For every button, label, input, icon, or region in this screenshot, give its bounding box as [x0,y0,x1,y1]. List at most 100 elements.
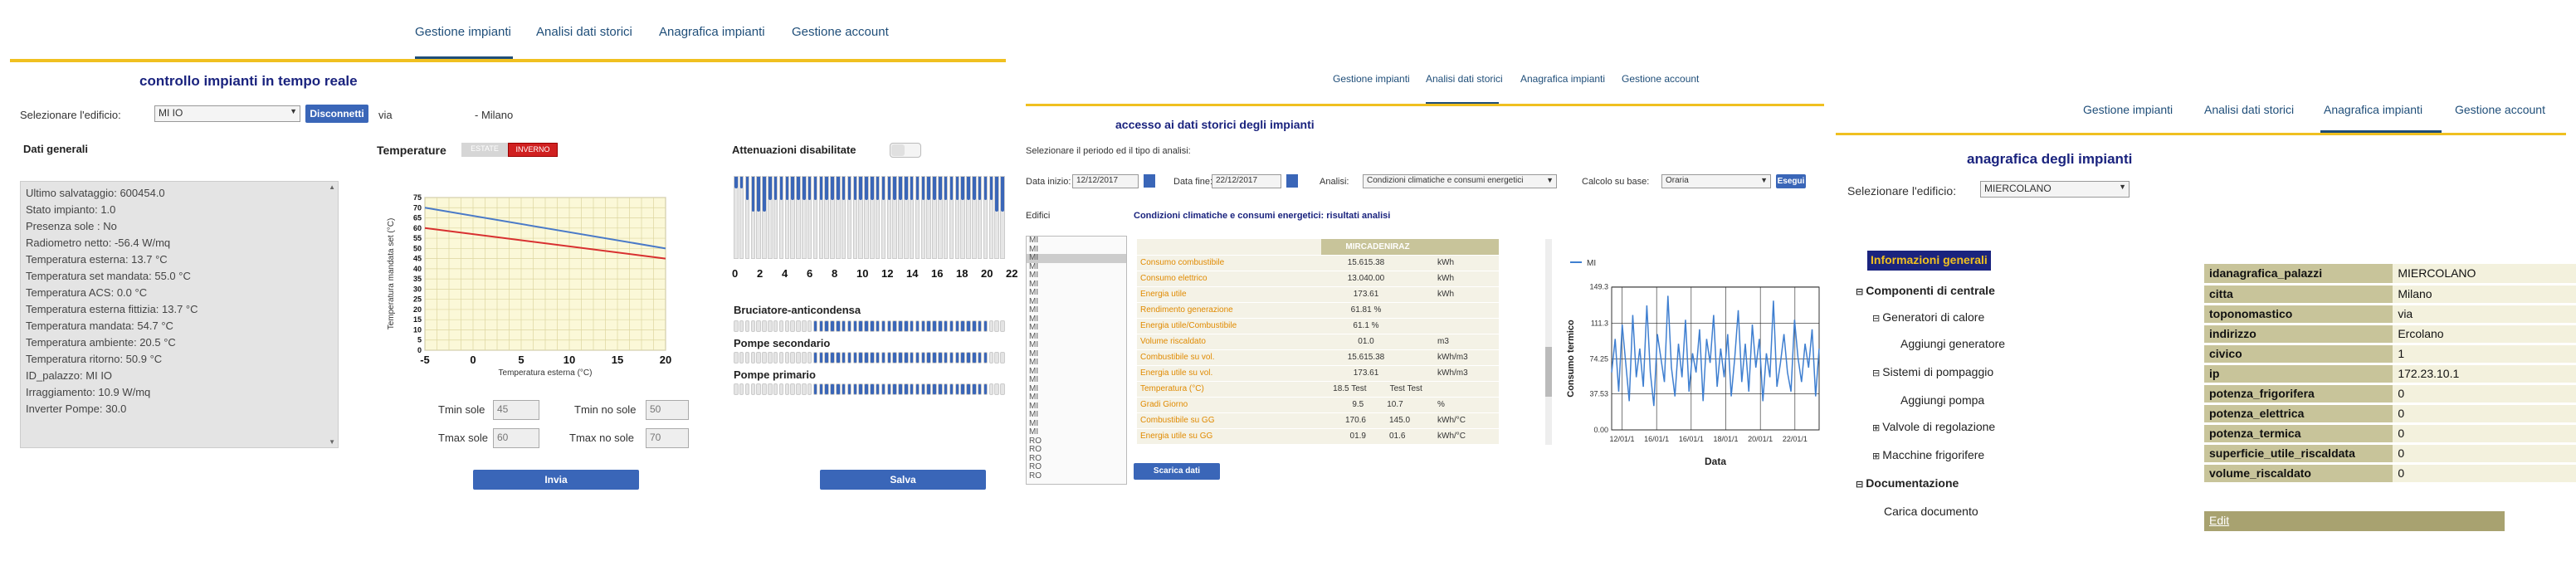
data-fine-input[interactable]: 22/12/2017 [1212,174,1281,188]
edificio-item[interactable]: MI [1027,384,1126,394]
data-inizio-input[interactable]: 12/12/2017 [1072,174,1139,188]
attenuazione-slider[interactable] [909,176,915,259]
schedule-cell[interactable] [949,352,954,364]
attenuazione-slider[interactable] [938,176,943,259]
attenuazione-slider[interactable] [972,176,977,259]
schedule-cell[interactable] [904,320,909,332]
schedule-cell[interactable] [812,352,818,364]
schedule-cell[interactable] [954,352,960,364]
nav-gestione-account-3[interactable]: Gestione account [2455,103,2545,116]
schedule-cell[interactable] [938,320,943,332]
schedule-cell[interactable] [988,352,994,364]
schedule-cell[interactable] [734,383,739,395]
disconnect-button[interactable]: Disconnetti [305,105,368,123]
attenuazione-slider[interactable] [960,176,965,259]
schedule-cell[interactable] [988,383,994,395]
attenuazione-slider[interactable] [778,176,784,259]
edificio-item[interactable]: MI [1027,245,1126,255]
attenuazione-slider[interactable] [864,176,869,259]
edifici-list[interactable]: MI MI MI MI MI MI MI MI MI MI MI MI MI MI MI MI MI MI MI MI… [1026,236,1127,485]
schedule-cell[interactable] [983,383,988,395]
tree-pompaggio[interactable]: ⊟ Sistemi di pompaggio [1872,365,1993,378]
attenuazione-slider[interactable] [870,176,875,259]
schedule-cell[interactable] [818,383,824,395]
attenuazione-slider[interactable] [846,176,852,259]
schedule-cell[interactable] [1000,352,1005,364]
schedule-cell[interactable] [932,383,937,395]
schedule-cell[interactable] [858,352,863,364]
edificio-item[interactable]: RO [1027,437,1126,446]
schedule-cell[interactable] [870,352,875,364]
schedule-cell[interactable] [784,352,790,364]
schedule-cell[interactable] [830,383,835,395]
nav-anagrafica-impianti-3[interactable]: Anagrafica impianti [2324,103,2422,116]
edificio-item[interactable]: MI [1027,375,1126,385]
schedule-cell[interactable] [960,320,965,332]
schedule-cell[interactable] [909,352,915,364]
nav-analisi-dati-storici[interactable]: Analisi dati storici [536,25,632,39]
nav-gestione-account[interactable]: Gestione account [792,25,889,39]
attenuazione-slider[interactable] [762,176,767,259]
schedule-cell[interactable] [972,352,977,364]
schedule-cell[interactable] [836,352,841,364]
nav-gestione-account-2[interactable]: Gestione account [1622,73,1699,85]
schedule-cell[interactable] [926,352,931,364]
schedule-cell[interactable] [841,320,846,332]
schedule-cell[interactable] [778,383,784,395]
attenuazione-slider[interactable] [818,176,824,259]
scrollbar-thumb[interactable] [1545,347,1552,397]
nav-gestione-impianti-3[interactable]: Gestione impianti [2083,103,2173,116]
edificio-item[interactable]: MI [1027,332,1126,342]
schedule-cell[interactable] [836,383,841,395]
calcolo-select[interactable]: Oraria ▼ [1661,174,1771,188]
schedule-cell[interactable] [790,352,795,364]
schedule-cell[interactable] [778,352,784,364]
schedule-cell[interactable] [875,352,881,364]
schedule-cell[interactable] [830,352,835,364]
schedule-cell[interactable] [739,320,744,332]
attenuazione-slider[interactable] [966,176,971,259]
schedule-cell[interactable] [904,383,909,395]
schedule-cell[interactable] [784,320,790,332]
tree-carica-documento[interactable]: Carica documento [1884,505,1978,518]
scroll-down-icon[interactable]: ▼ [329,438,335,446]
schedule-cell[interactable] [778,320,784,332]
schedule-cell[interactable] [886,352,892,364]
schedule-cell[interactable] [807,320,812,332]
edificio-item[interactable]: MI [1027,288,1126,298]
attenuazione-slider[interactable] [824,176,829,259]
attenuazione-slider[interactable] [812,176,818,259]
attenuazione-slider[interactable] [744,176,750,259]
calendar-icon[interactable] [1286,174,1298,188]
attenuazione-slider[interactable] [932,176,937,259]
schedule-cell[interactable] [744,352,750,364]
schedule-cell[interactable] [807,352,812,364]
schedule-cell[interactable] [870,383,875,395]
schedule-cell[interactable] [812,383,818,395]
attenuazione-slider[interactable] [983,176,988,259]
edificio-item[interactable]: MI [1027,315,1126,324]
edificio-item[interactable]: RO [1027,471,1126,481]
schedule-cell[interactable] [739,383,744,395]
schedule-cell[interactable] [790,320,795,332]
schedule-cell[interactable] [802,320,807,332]
schedule-cell[interactable] [920,383,926,395]
attenuazione-slider[interactable] [943,176,949,259]
scrollbar[interactable] [1545,239,1552,445]
schedule-cell[interactable] [932,352,937,364]
attenuazione-slider[interactable] [926,176,931,259]
schedule-cell[interactable] [852,352,858,364]
schedule-cell[interactable] [926,320,931,332]
schedule-cell[interactable] [864,320,869,332]
tree-documentazione[interactable]: ⊟ Documentazione [1856,476,1959,490]
schedule-cell[interactable] [734,320,739,332]
attenuazioni-sliders[interactable] [734,176,1006,259]
schedule-cell[interactable] [977,352,983,364]
schedule-cell[interactable] [943,383,949,395]
nav-gestione-impianti[interactable]: Gestione impianti [415,25,511,39]
attenuazione-slider[interactable] [994,176,999,259]
attenuazione-slider[interactable] [988,176,994,259]
schedule-cell[interactable] [773,320,778,332]
schedule-cell[interactable] [744,320,750,332]
schedule-cell[interactable] [994,383,999,395]
